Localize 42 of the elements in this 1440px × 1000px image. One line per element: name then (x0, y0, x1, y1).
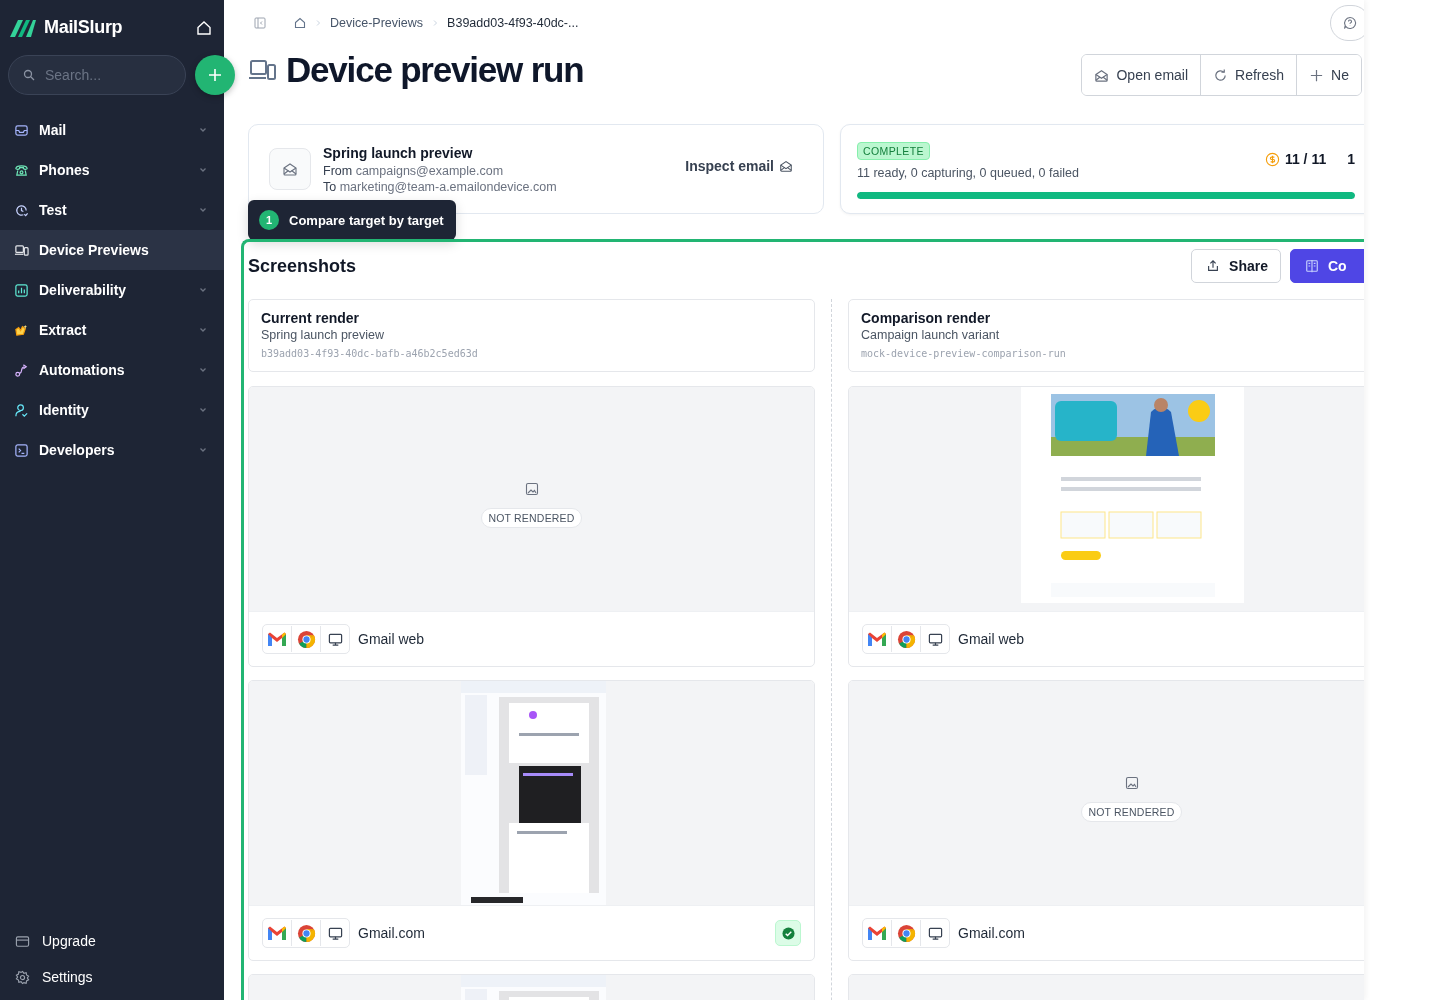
render-id: b39add03-4f93-40dc-bafb-a46b2c5ed63d (261, 348, 479, 359)
nav-item[interactable]: Upgrade (0, 923, 224, 959)
nav-item[interactable]: Automations (0, 350, 224, 390)
render-title: Comparison render (861, 310, 992, 326)
share-button[interactable]: Share (1191, 249, 1281, 283)
client-name: Gmail web (958, 631, 1026, 647)
nav-item[interactable]: Extract (0, 310, 224, 350)
status-label: NOT RENDERED (481, 508, 582, 528)
tooltip-text: Compare target by target (289, 212, 444, 228)
render-subtitle: Campaign launch variant (861, 328, 1001, 342)
client-name: Gmail.com (958, 925, 1026, 941)
status-badge: COMPLETE (857, 142, 930, 160)
page-title: Device preview run (286, 50, 584, 90)
section-title: Screenshots (248, 255, 358, 277)
client-name: Gmail.com (358, 925, 426, 941)
compare-button[interactable]: Co (1290, 249, 1364, 283)
nav-item[interactable]: Deliverability (0, 270, 224, 310)
brand-name: MailSlurp (44, 17, 124, 38)
render-id: mock-device-preview-comparison-run (861, 348, 1067, 359)
email-subject: Spring launch preview (323, 144, 474, 161)
nav-item[interactable]: Identity (0, 390, 224, 430)
status-summary: 11 ready, 0 capturing, 0 queued, 0 failed (857, 166, 1079, 180)
breadcrumb-link[interactable]: Device-Previews (330, 16, 424, 30)
render-title: Current render (261, 310, 361, 326)
nav-item[interactable]: Test (0, 190, 224, 230)
count: 1 (1347, 151, 1355, 167)
inspect-email-button[interactable]: Inspect email (685, 158, 793, 174)
search-field[interactable]: Search... (8, 55, 186, 95)
count: 11 / 11 (1284, 151, 1327, 167)
nav-item[interactable]: Mail (0, 110, 224, 150)
nav-item[interactable]: Developers (0, 430, 224, 470)
nav-item[interactable]: Settings (0, 959, 224, 995)
email-to: To marketing@team-a.emailondevice.com (323, 179, 558, 194)
nav-item[interactable]: Phones (0, 150, 224, 190)
new-button[interactable]: Ne (1296, 55, 1361, 95)
status-label: NOT RENDERED (1081, 802, 1182, 822)
render-subtitle: Spring launch preview (261, 328, 385, 342)
nav-item[interactable]: Device Previews (0, 230, 224, 270)
step-number: 1 (259, 210, 279, 230)
email-from: From campaigns@example.com (323, 163, 505, 178)
client-name: Gmail web (358, 631, 426, 647)
breadcrumb-current: B39add03-4f93-40dc-... (447, 16, 579, 30)
